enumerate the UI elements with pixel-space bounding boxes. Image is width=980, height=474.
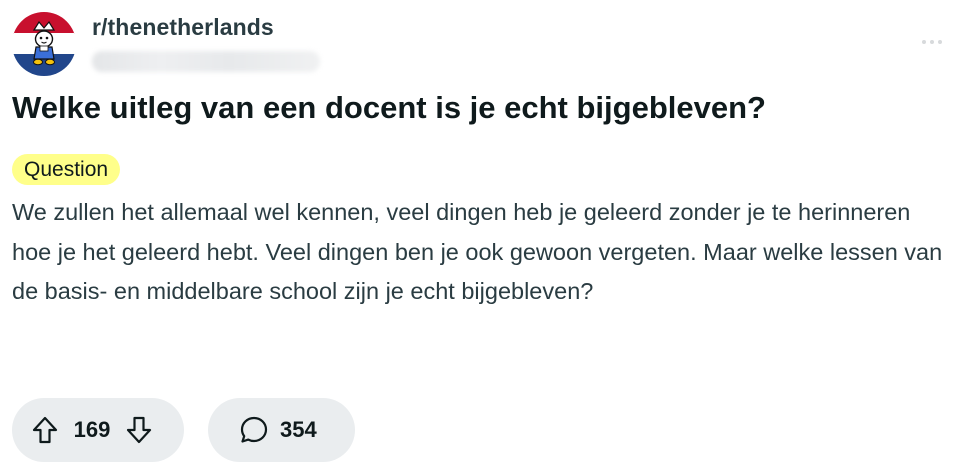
subreddit-avatar[interactable] bbox=[12, 12, 76, 76]
blurred-author-metadata bbox=[92, 51, 320, 72]
more-options-button[interactable] bbox=[912, 30, 952, 54]
comment-bubble-icon bbox=[238, 414, 270, 446]
downvote-arrow-icon bbox=[126, 416, 152, 444]
post-body-text: We zullen het allemaal wel kennen, veel … bbox=[12, 199, 943, 304]
vote-count: 169 bbox=[73, 417, 111, 442]
upvote-button[interactable] bbox=[30, 415, 60, 445]
reddit-post: r/thenetherlands Welke uitleg van een do… bbox=[0, 0, 980, 474]
vote-controls: 169 bbox=[12, 398, 184, 462]
comment-count: 354 bbox=[280, 417, 317, 442]
more-horizontal-icon bbox=[922, 40, 926, 44]
dutch-flag-mascot-icon bbox=[12, 12, 76, 76]
more-dot bbox=[930, 40, 934, 44]
comments-button[interactable]: 354 bbox=[208, 398, 355, 462]
post-title[interactable]: Welke uitleg van een docent is je echt b… bbox=[12, 86, 962, 130]
upvote-arrow-icon bbox=[32, 416, 58, 444]
more-dot bbox=[938, 40, 942, 44]
subreddit-name-link[interactable]: r/thenetherlands bbox=[92, 14, 274, 41]
downvote-button[interactable] bbox=[124, 415, 154, 445]
post-flair[interactable]: Question bbox=[12, 154, 121, 185]
